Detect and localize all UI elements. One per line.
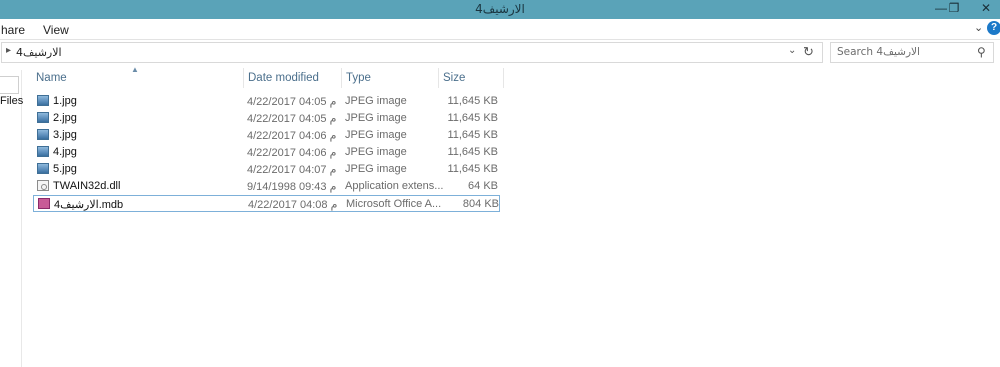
access-database-icon <box>38 198 50 209</box>
file-row[interactable]: 3.jpg 4/22/2017 04:06 م JPEG image 11,64… <box>33 127 500 144</box>
column-header-date[interactable]: Date modified <box>243 68 343 88</box>
file-type: JPEG image <box>345 95 407 107</box>
column-header-type[interactable]: Type <box>341 68 440 88</box>
dll-file-icon <box>37 180 49 191</box>
file-row[interactable]: TWAIN32d.dll 9/14/1998 09:43 م Applicati… <box>33 178 500 195</box>
restore-button[interactable]: ❐ <box>940 0 968 19</box>
column-header-size[interactable]: Size <box>438 68 503 88</box>
file-date: 4/22/2017 04:05 م <box>247 96 337 108</box>
file-name: 4.jpg <box>53 146 77 158</box>
file-type: JPEG image <box>345 129 407 141</box>
file-size: 64 KB <box>468 180 498 192</box>
file-type: Application extens... <box>345 180 444 192</box>
file-size: 11,645 KB <box>447 163 498 175</box>
column-header-name[interactable]: Name <box>36 68 241 88</box>
file-size: 11,645 KB <box>447 146 498 158</box>
file-size: 11,645 KB <box>447 95 498 107</box>
search-box[interactable]: Search الارشيف4 ⚲ <box>830 42 994 63</box>
tab-view[interactable]: View <box>43 23 69 37</box>
file-type: JPEG image <box>345 146 407 158</box>
file-size: 804 KB <box>462 198 499 210</box>
chevron-right-icon[interactable]: ▸ <box>6 45 11 56</box>
search-input[interactable]: Search الارشيف4 <box>837 46 920 58</box>
file-name: 3.jpg <box>53 129 77 141</box>
jpeg-image-icon <box>37 129 49 140</box>
address-path[interactable]: الارشيف4 <box>16 46 62 59</box>
file-row-selected[interactable]: الارشيف4.mdb 4/22/2017 04:08 م Microsoft… <box>33 195 500 212</box>
column-divider <box>503 68 505 88</box>
navigation-pane: Files <box>0 70 23 367</box>
file-row[interactable]: 5.jpg 4/22/2017 04:07 م JPEG image 11,64… <box>33 161 500 178</box>
expand-ribbon-icon[interactable]: ⌄ <box>974 21 983 34</box>
help-icon[interactable]: ? <box>987 21 1000 35</box>
chevron-down-icon[interactable]: ⌄ <box>788 45 796 56</box>
search-icon[interactable]: ⚲ <box>977 45 986 59</box>
file-type: JPEG image <box>345 112 407 124</box>
file-name: TWAIN32d.dll <box>53 180 121 192</box>
file-name: 5.jpg <box>53 163 77 175</box>
jpeg-image-icon <box>37 95 49 106</box>
jpeg-image-icon <box>37 146 49 157</box>
title-bar: الارشيف4 — ❐ ✕ <box>0 0 1000 19</box>
file-row[interactable]: 4.jpg 4/22/2017 04:06 م JPEG image 11,64… <box>33 144 500 161</box>
address-bar[interactable]: ▸ الارشيف4 ⌄ ↻ <box>1 42 823 63</box>
file-date: 4/22/2017 04:06 م <box>247 130 337 142</box>
ribbon: hare View ⌄ <box>0 19 1000 40</box>
file-row[interactable]: 2.jpg 4/22/2017 04:05 م JPEG image 11,64… <box>33 110 500 127</box>
refresh-icon[interactable]: ↻ <box>803 44 814 60</box>
file-size: 11,645 KB <box>447 112 498 124</box>
jpeg-image-icon <box>37 163 49 174</box>
tab-share[interactable]: hare <box>1 23 25 37</box>
nav-item-files[interactable]: Files <box>0 95 23 107</box>
window-title: الارشيف4 <box>475 2 525 16</box>
file-type: JPEG image <box>345 163 407 175</box>
file-size: 11,645 KB <box>447 129 498 141</box>
file-date: 4/22/2017 04:07 م <box>247 164 337 176</box>
file-date: 4/22/2017 04:06 م <box>247 147 337 159</box>
file-name: 2.jpg <box>53 112 77 124</box>
close-button[interactable]: ✕ <box>972 0 1000 19</box>
file-date: 4/22/2017 04:08 م <box>248 199 338 211</box>
file-name: 1.jpg <box>53 95 77 107</box>
file-name: الارشيف4.mdb <box>54 199 124 211</box>
file-date: 4/22/2017 04:05 م <box>247 113 337 125</box>
file-date: 9/14/1998 09:43 م <box>247 181 337 193</box>
jpeg-image-icon <box>37 112 49 123</box>
file-type: Microsoft Office A... <box>346 198 442 210</box>
file-row[interactable]: 1.jpg 4/22/2017 04:05 م JPEG image 11,64… <box>33 93 500 110</box>
nav-item-box[interactable] <box>0 76 19 94</box>
